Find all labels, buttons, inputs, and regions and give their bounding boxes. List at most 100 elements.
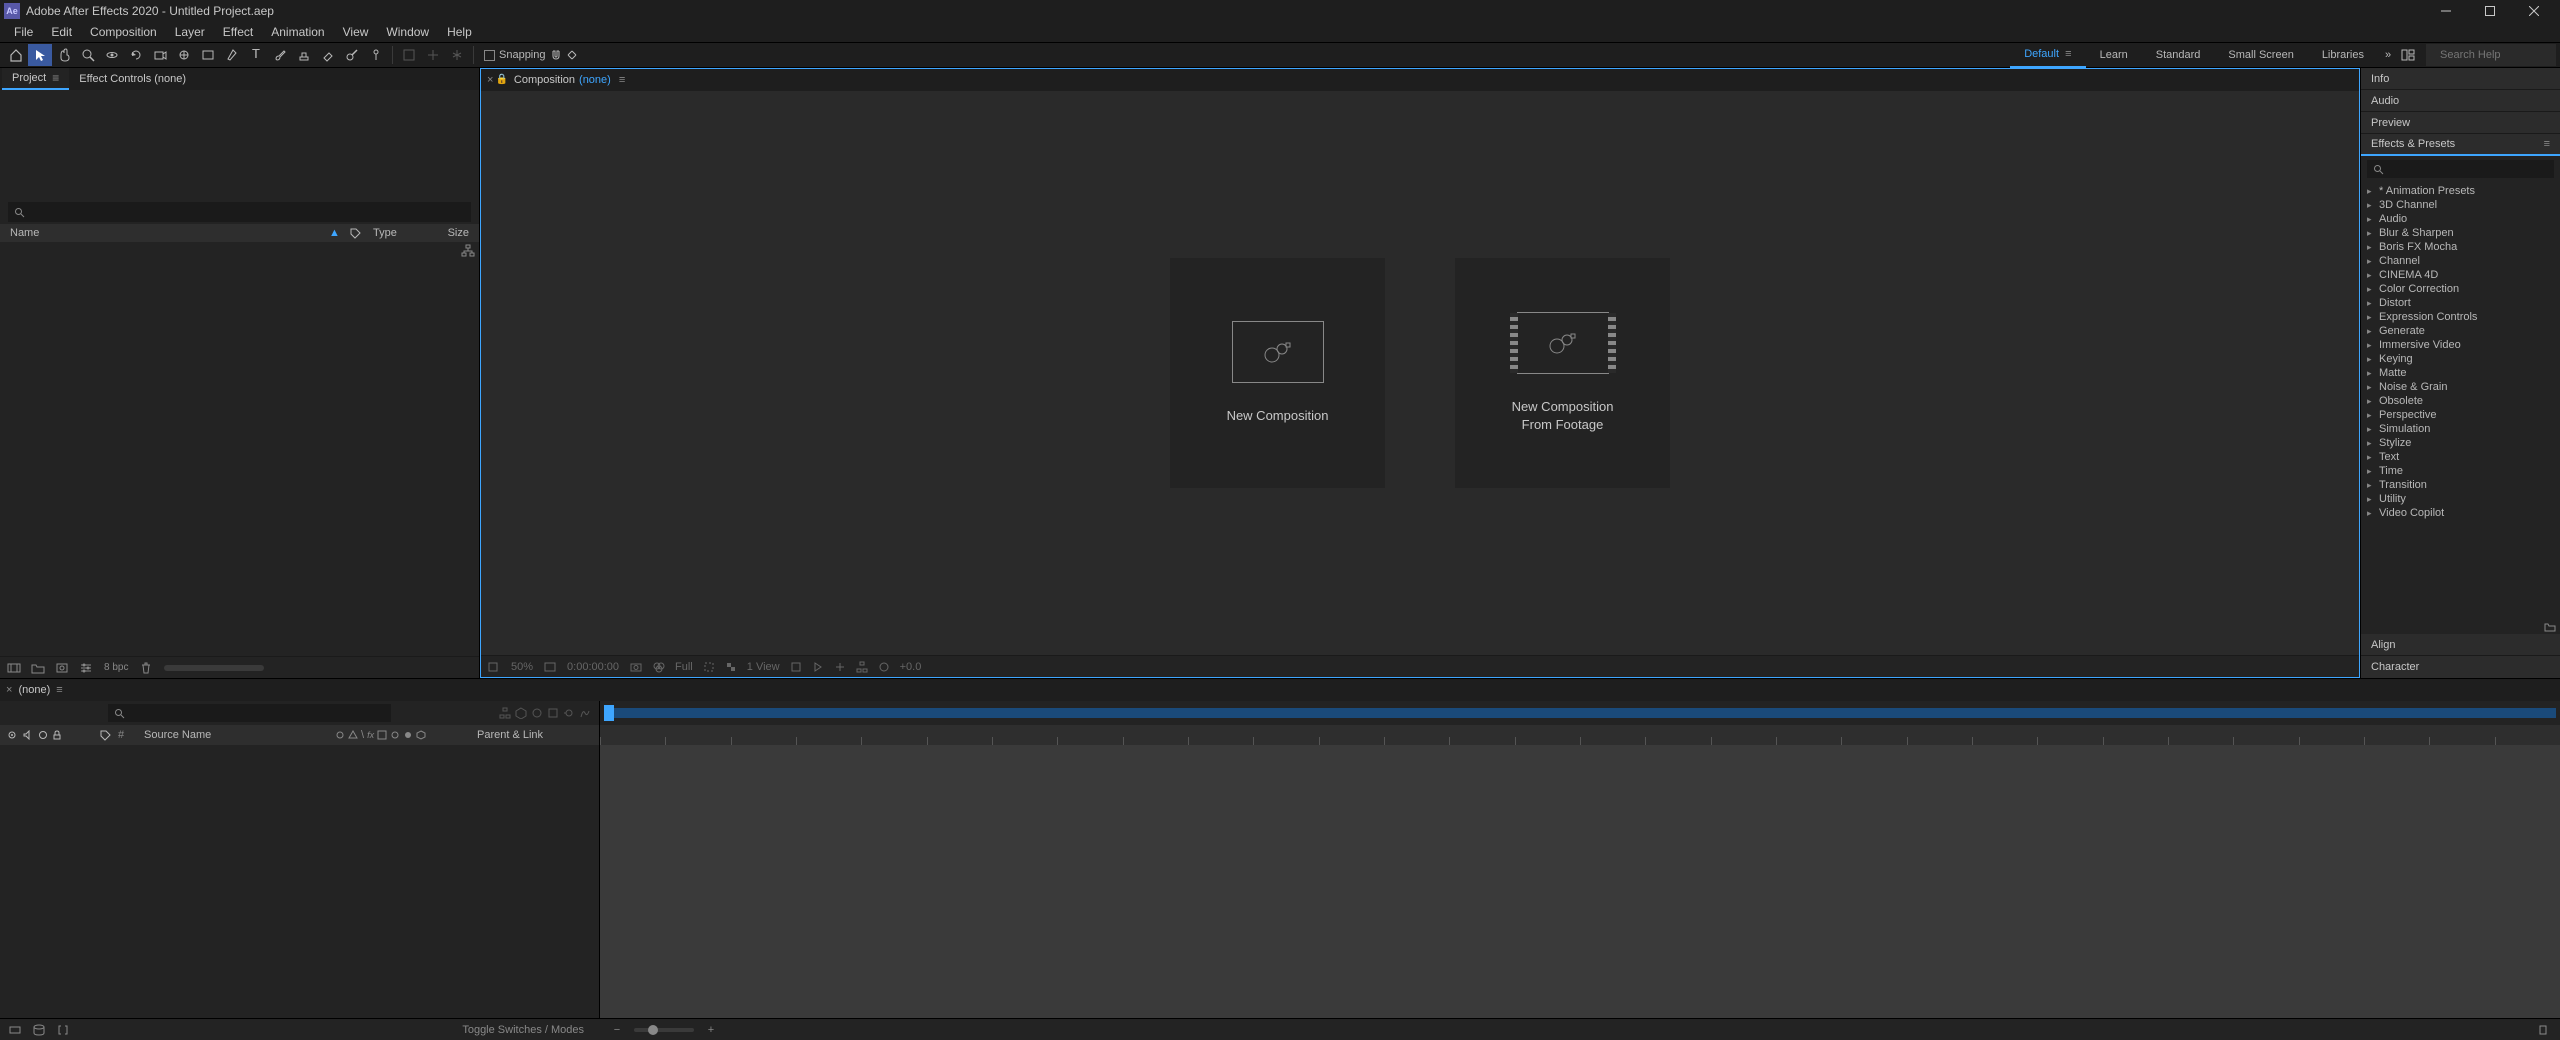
interpret-footage-icon[interactable] — [4, 659, 24, 677]
effect-controls-tab[interactable]: Effect Controls (none) — [69, 68, 196, 90]
effects-tree[interactable]: ▸* Animation Presets ▸3D Channel ▸Audio … — [2361, 182, 2560, 620]
tree-item[interactable]: ▸Audio — [2361, 212, 2560, 226]
playhead-icon[interactable] — [604, 705, 614, 721]
toggle-switches-modes-button[interactable]: Toggle Switches / Modes — [462, 1024, 594, 1036]
tree-item[interactable]: ▸Expression Controls — [2361, 310, 2560, 324]
zoom-slider[interactable] — [634, 1028, 694, 1032]
tree-item[interactable]: ▸Perspective — [2361, 408, 2560, 422]
magnification-dropdown[interactable]: 50% — [511, 661, 533, 673]
tree-item[interactable]: ▸* Animation Presets — [2361, 184, 2560, 198]
tree-item[interactable]: ▸Stylize — [2361, 436, 2560, 450]
tree-item[interactable]: ▸3D Channel — [2361, 198, 2560, 212]
footer-brackets-icon[interactable] — [54, 1022, 72, 1038]
column-sort-indicator[interactable]: ▲ — [329, 227, 349, 239]
comp-flowchart-icon[interactable] — [856, 661, 868, 673]
clone-stamp-tool[interactable] — [292, 44, 316, 66]
maximize-button[interactable] — [2468, 0, 2512, 22]
menu-layer[interactable]: Layer — [167, 23, 213, 41]
tree-item[interactable]: ▸Boris FX Mocha — [2361, 240, 2560, 254]
color-depth-button[interactable]: 8 bpc — [100, 662, 132, 673]
project-settings-icon[interactable] — [76, 659, 96, 677]
tree-item[interactable]: ▸Distort — [2361, 296, 2560, 310]
shy-icon[interactable] — [531, 707, 543, 719]
comp-tab-lock-icon[interactable]: 🔒 — [495, 74, 507, 86]
workspace-learn[interactable]: Learn — [2086, 42, 2142, 68]
project-tab-menu-icon[interactable]: ≡ — [52, 71, 59, 85]
tree-item[interactable]: ▸Video Copilot — [2361, 506, 2560, 520]
new-folder-icon[interactable] — [28, 659, 48, 677]
frame-blend-icon[interactable] — [547, 707, 559, 719]
zoom-in-icon[interactable]: + — [702, 1022, 720, 1038]
snapshot-icon[interactable] — [629, 661, 643, 673]
search-help-input[interactable] — [2440, 49, 2560, 61]
new-composition-icon[interactable] — [52, 659, 72, 677]
roto-brush-tool[interactable] — [340, 44, 364, 66]
home-tool[interactable] — [4, 44, 28, 66]
tree-item[interactable]: ▸CINEMA 4D — [2361, 268, 2560, 282]
tree-item[interactable]: ▸Obsolete — [2361, 394, 2560, 408]
snapping-checkbox[interactable] — [484, 50, 495, 61]
workspace-small-screen[interactable]: Small Screen — [2214, 42, 2307, 68]
timeline-ruler[interactable] — [600, 725, 2560, 745]
menu-animation[interactable]: Animation — [263, 23, 332, 41]
tree-item[interactable]: ▸Channel — [2361, 254, 2560, 268]
hand-tool[interactable] — [52, 44, 76, 66]
menu-file[interactable]: File — [6, 23, 41, 41]
channel-icon[interactable] — [653, 661, 665, 673]
snapping-toggle[interactable]: Snapping — [478, 49, 584, 61]
column-type[interactable]: Type — [373, 227, 429, 239]
view-layout-dropdown[interactable]: 1 View — [747, 661, 780, 673]
timeline-tracks-area[interactable] — [600, 745, 2560, 1018]
graph-editor-icon[interactable] — [579, 707, 591, 719]
video-column-icon[interactable] — [6, 730, 18, 740]
menu-edit[interactable]: Edit — [43, 23, 80, 41]
timeline-navigator[interactable] — [604, 708, 2556, 718]
draft-3d-icon[interactable] — [515, 707, 527, 719]
index-column[interactable]: # — [118, 729, 136, 741]
project-search-box[interactable] — [8, 202, 471, 222]
zoom-tool[interactable] — [76, 44, 100, 66]
pen-tool[interactable] — [220, 44, 244, 66]
tree-item[interactable]: ▸Matte — [2361, 366, 2560, 380]
composition-tab-menu-icon[interactable]: ≡ — [619, 74, 625, 86]
project-search-input[interactable] — [29, 206, 465, 218]
label-column-icon[interactable] — [100, 730, 118, 741]
camera-tool[interactable] — [148, 44, 172, 66]
info-panel-header[interactable]: Info — [2361, 68, 2560, 90]
workspace-standard[interactable]: Standard — [2142, 42, 2215, 68]
timeline-tab[interactable]: (none) ≡ — [18, 684, 62, 696]
tree-item[interactable]: ▸Utility — [2361, 492, 2560, 506]
minimize-button[interactable] — [2424, 0, 2468, 22]
zoom-out-icon[interactable]: − — [608, 1022, 626, 1038]
project-tab[interactable]: Project ≡ — [2, 68, 69, 90]
puppet-pin-tool[interactable] — [364, 44, 388, 66]
roi-icon[interactable] — [703, 661, 715, 673]
tree-item[interactable]: ▸Text — [2361, 450, 2560, 464]
new-composition-from-footage-card[interactable]: New Composition From Footage — [1455, 258, 1670, 488]
preview-panel-header[interactable]: Preview — [2361, 112, 2560, 134]
always-preview-icon[interactable] — [487, 661, 501, 673]
timeline-icon[interactable] — [834, 661, 846, 673]
effects-presets-menu-icon[interactable]: ≡ — [2544, 138, 2550, 150]
new-composition-card[interactable]: New Composition — [1170, 258, 1385, 488]
motion-blur-icon[interactable] — [563, 707, 575, 719]
tree-item[interactable]: ▸Transition — [2361, 478, 2560, 492]
comp-mini-flowchart-icon[interactable] — [499, 707, 511, 719]
brush-tool[interactable] — [268, 44, 292, 66]
comp-marker-icon[interactable] — [2534, 1022, 2552, 1038]
column-label-icon[interactable] — [349, 227, 373, 239]
source-name-column[interactable]: Source Name — [136, 729, 329, 741]
project-item-list[interactable] — [0, 242, 479, 656]
lock-column-icon[interactable] — [52, 730, 62, 740]
column-size[interactable]: Size — [429, 227, 469, 239]
comp-tab-close-icon[interactable]: × — [487, 74, 493, 86]
pan-behind-tool[interactable] — [172, 44, 196, 66]
tree-item[interactable]: ▸Immersive Video — [2361, 338, 2560, 352]
flowchart-icon[interactable] — [461, 244, 475, 258]
audio-panel-header[interactable]: Audio — [2361, 90, 2560, 112]
tree-item[interactable]: ▸Noise & Grain — [2361, 380, 2560, 394]
project-thumbnail-slider[interactable] — [164, 665, 264, 671]
transparency-grid-icon[interactable] — [725, 661, 737, 673]
column-name[interactable]: Name — [10, 227, 329, 239]
selection-tool[interactable] — [28, 44, 52, 66]
